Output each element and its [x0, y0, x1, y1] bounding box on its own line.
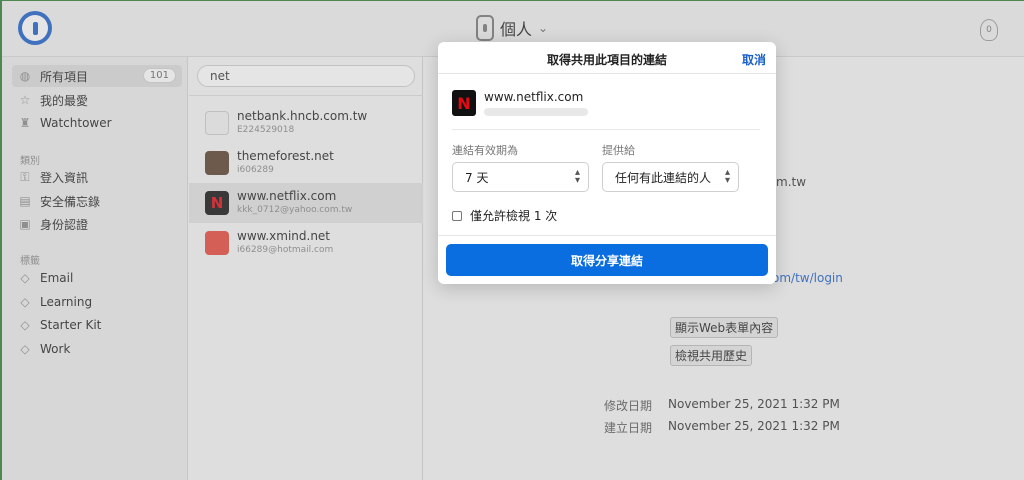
dialog-title: 取得共用此項目的連結	[546, 53, 667, 67]
dialog-header: 取得共用此項目的連結 取消	[438, 42, 776, 74]
netflix-icon: N	[452, 90, 476, 116]
expiry-select[interactable]: 7 天 ▴ ▾	[452, 162, 589, 192]
cancel-button[interactable]: 取消	[742, 51, 766, 68]
view-once-label: 僅允許檢視 1 次	[470, 209, 558, 223]
view-once-option[interactable]: 僅允許檢視 1 次	[452, 207, 557, 224]
share-with-select[interactable]: 任何有此連結的人 ▴ ▾	[602, 162, 739, 192]
expiry-label: 連結有效期為	[452, 144, 518, 157]
shared-item-title: www.netflix.com	[484, 90, 584, 104]
select-arrows-icon: ▴ ▾	[724, 167, 730, 186]
get-share-link-button[interactable]: 取得分享連結	[446, 244, 768, 276]
share-link-dialog: 取得共用此項目的連結 取消 N www.netflix.com 連結有效期為 7…	[438, 42, 776, 284]
share-with-label: 提供給	[602, 144, 635, 157]
select-arrows-icon: ▴ ▾	[574, 167, 580, 186]
view-once-checkbox[interactable]	[452, 210, 462, 221]
redacted-username	[484, 108, 588, 116]
